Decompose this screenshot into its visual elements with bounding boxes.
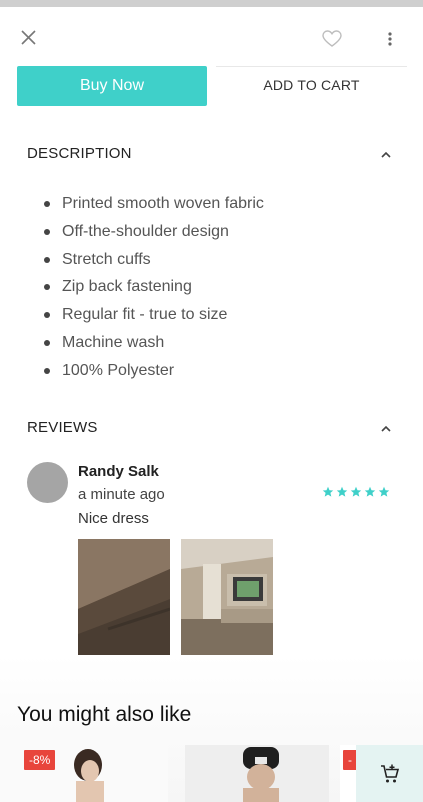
wishlist-button[interactable]: [321, 29, 343, 49]
review-photo-image: [78, 539, 170, 661]
star-icon: [322, 486, 334, 497]
star-icon: [378, 486, 390, 497]
list-item: Zip back fastening: [44, 273, 264, 301]
recommended-product-card[interactable]: -8%: [0, 745, 168, 802]
chevron-up-icon: [381, 425, 391, 432]
list-item: Machine wash: [44, 329, 264, 357]
chevron-up-icon: [381, 151, 391, 158]
rating-stars: [322, 486, 390, 498]
list-item: Printed smooth woven fabric: [44, 190, 264, 218]
reviews-heading: REVIEWS: [27, 419, 98, 436]
review-text: Nice dress: [78, 510, 149, 527]
list-item: Stretch cuffs: [44, 246, 264, 274]
more-options-button[interactable]: [380, 28, 400, 50]
recommended-product-card[interactable]: [185, 745, 329, 802]
heart-icon: [322, 30, 342, 47]
buy-now-button[interactable]: Buy Now: [17, 66, 207, 106]
discount-badge: -: [343, 750, 357, 770]
review-timestamp: a minute ago: [78, 486, 165, 503]
list-item: 100% Polyester: [44, 357, 264, 385]
more-vert-icon: [388, 32, 392, 46]
product-image: [74, 749, 104, 802]
star-icon: [336, 486, 348, 497]
add-shopping-cart-icon: [380, 764, 399, 782]
star-icon: [364, 486, 376, 497]
add-to-cart-fab[interactable]: [356, 745, 423, 802]
collapse-description-toggle[interactable]: [378, 148, 394, 160]
star-icon: [350, 486, 362, 497]
list-item: Off-the-shoulder design: [44, 218, 264, 246]
close-button[interactable]: [18, 27, 40, 49]
product-image: [243, 747, 279, 802]
purchase-actions: Buy Now ADD TO CART: [0, 66, 423, 106]
review-photo-image: [181, 539, 273, 661]
review-photo[interactable]: [78, 539, 170, 661]
top-app-bar: [0, 7, 423, 65]
close-icon: [21, 30, 36, 45]
description-heading: DESCRIPTION: [27, 145, 132, 162]
reviewer-name: Randy Salk: [78, 463, 159, 480]
status-strip: [0, 0, 423, 7]
avatar: [27, 462, 68, 503]
review-photo[interactable]: [181, 539, 273, 661]
add-to-cart-button[interactable]: ADD TO CART: [216, 66, 407, 103]
recommendations-heading: You might also like: [17, 703, 192, 726]
list-item: Regular fit - true to size: [44, 301, 264, 329]
description-list: Printed smooth woven fabric Off-the-shou…: [44, 190, 264, 385]
collapse-reviews-toggle[interactable]: [378, 422, 394, 434]
